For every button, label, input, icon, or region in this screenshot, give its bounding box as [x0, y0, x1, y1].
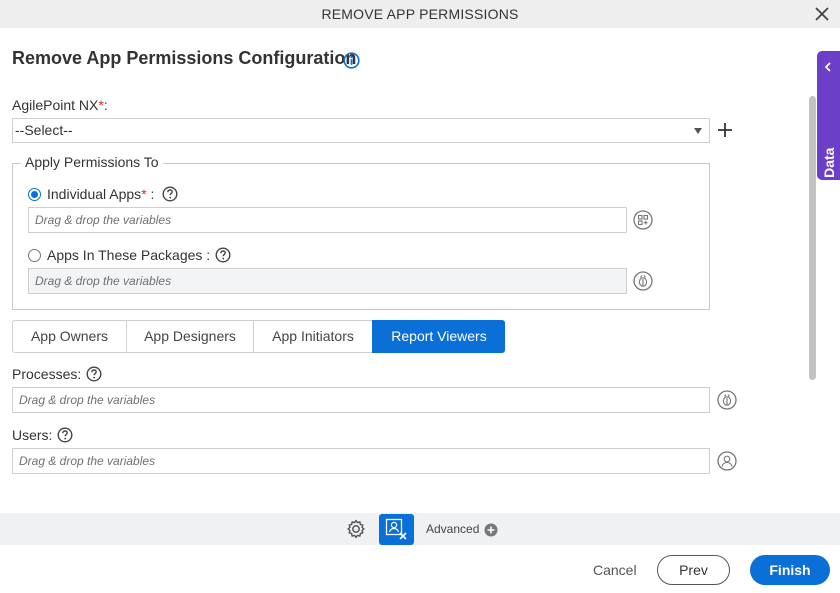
apps-in-packages-radio[interactable] [28, 249, 41, 262]
user-picker-icon[interactable] [717, 451, 737, 471]
apps-in-packages-input[interactable]: Drag & drop the variables [28, 268, 627, 294]
help-icon[interactable] [57, 427, 73, 443]
variable-picker-icon[interactable] [633, 271, 653, 291]
add-icon[interactable] [717, 122, 733, 138]
tab-app-designers[interactable]: App Designers [126, 320, 253, 353]
app-data-panel-toggle[interactable]: App Data [817, 51, 840, 209]
individual-apps-label: Individual Apps* : [47, 186, 154, 202]
plus-circle-icon[interactable] [484, 523, 498, 537]
chevron-down-icon [694, 128, 702, 134]
agilepoint-label-text: AgilePoint NX [12, 97, 99, 113]
advanced-label[interactable]: Advanced [426, 522, 479, 536]
permission-tabs: App Owners App Designers App Initiators … [12, 320, 505, 353]
agilepoint-select[interactable]: --Select-- [12, 118, 710, 143]
agilepoint-selected-value: --Select-- [15, 122, 73, 138]
processes-input[interactable]: Drag & drop the variables [12, 387, 710, 413]
individual-apps-label-suffix: : [146, 186, 155, 202]
individual-apps-label-text: Individual Apps [47, 186, 142, 202]
remove-permissions-button[interactable] [379, 514, 414, 545]
processes-label: Processes: [12, 366, 82, 382]
gear-icon[interactable] [345, 518, 367, 540]
window-titlebar: REMOVE APP PERMISSIONS [0, 0, 840, 28]
apps-in-packages-label: Apps In These Packages : [47, 247, 211, 263]
tab-report-viewers[interactable]: Report Viewers [372, 320, 505, 353]
help-icon[interactable] [86, 366, 102, 382]
scrollbar-thumb[interactable] [809, 96, 816, 380]
info-icon[interactable] [343, 52, 360, 69]
individual-apps-input[interactable]: Drag & drop the variables [28, 207, 627, 233]
help-icon[interactable] [215, 247, 231, 263]
chevron-left-icon [824, 62, 831, 72]
close-icon[interactable] [812, 4, 832, 24]
variable-picker-icon[interactable] [717, 390, 737, 410]
individual-apps-radio[interactable] [28, 188, 41, 201]
prev-button[interactable]: Prev [657, 555, 730, 585]
users-label: Users: [12, 427, 53, 443]
agilepoint-label: AgilePoint NX*: [12, 97, 108, 113]
apply-permissions-legend: Apply Permissions To [21, 154, 163, 170]
window-title: REMOVE APP PERMISSIONS [321, 6, 519, 22]
tab-app-initiators[interactable]: App Initiators [253, 320, 372, 353]
help-icon[interactable] [162, 186, 178, 202]
cancel-button[interactable]: Cancel [593, 562, 637, 578]
app-picker-icon[interactable] [633, 210, 653, 230]
footer-toolbar [0, 513, 840, 545]
app-data-label: App Data [821, 147, 837, 209]
users-input[interactable]: Drag & drop the variables [12, 448, 710, 474]
page-title: Remove App Permissions Configuration [12, 48, 357, 68]
tab-app-owners[interactable]: App Owners [12, 320, 126, 353]
finish-button[interactable]: Finish [750, 555, 830, 585]
agilepoint-label-suffix: : [103, 97, 108, 113]
user-remove-icon [385, 518, 407, 540]
